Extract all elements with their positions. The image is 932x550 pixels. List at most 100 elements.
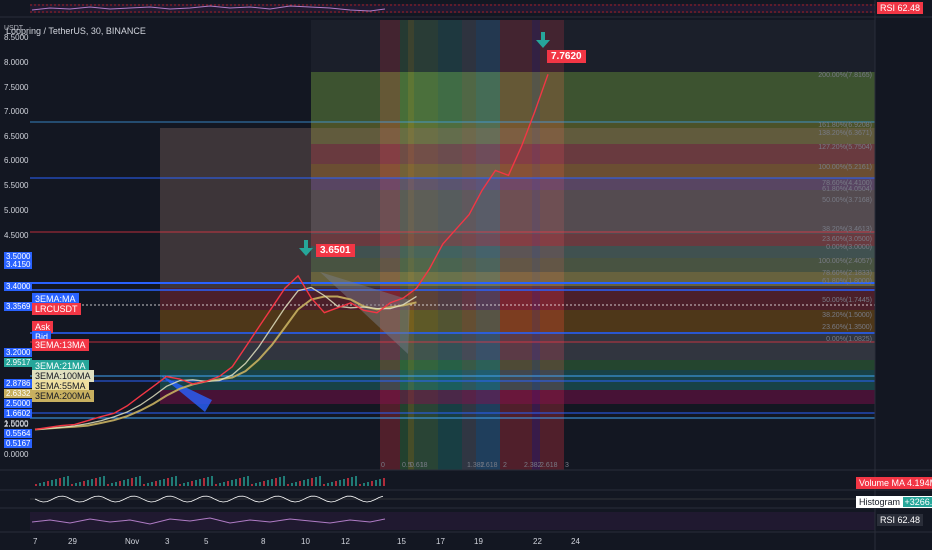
volume-bar <box>207 477 209 486</box>
volume-bar <box>183 483 185 486</box>
fib-level-label: 138.20%(6.3671) <box>818 130 872 137</box>
volume-bar <box>159 480 161 486</box>
price-tick: 1.6602 <box>4 409 33 418</box>
volume-bar <box>87 480 89 486</box>
volume-bar <box>267 480 269 486</box>
volume-bar <box>187 482 189 486</box>
indicator-label: LRCUSDT <box>32 303 81 315</box>
peak-price-callout: 7.7620 <box>547 50 586 63</box>
time-tick: Nov <box>125 537 140 546</box>
volume-bar <box>135 477 137 486</box>
price-tick: 3.2000 <box>4 348 33 357</box>
rsi-value: 62.48 <box>897 3 921 13</box>
volume-bars <box>35 476 385 486</box>
time-tick: 19 <box>474 537 483 546</box>
fib-level-label: 38.20%(3.4613) <box>822 226 872 233</box>
fib-level-label: 50.00%(3.7168) <box>822 197 872 204</box>
volume-bar <box>39 483 41 486</box>
volume-bar <box>339 480 341 486</box>
volume-bar <box>323 484 325 486</box>
volume-bar <box>327 483 329 486</box>
price-tick: 1.5000 <box>4 419 29 428</box>
time-fib-label: 2.382 <box>524 462 542 469</box>
volume-bar <box>367 482 369 486</box>
volume-bar <box>375 480 377 486</box>
fib-level-label: 23.60%(3.0500) <box>822 236 872 243</box>
time-fib-label: 0 <box>381 462 385 469</box>
volume-bar <box>107 484 109 486</box>
volume-bar <box>279 477 281 486</box>
volume-bar <box>311 478 313 486</box>
volume-bar <box>167 478 169 486</box>
time-tick: 10 <box>301 537 310 546</box>
time-tick: 5 <box>204 537 209 546</box>
time-fib-label: 1.618 <box>480 462 498 469</box>
rsi-value: 62.48 <box>897 515 921 525</box>
time-tick: 17 <box>436 537 445 546</box>
volume-bar <box>151 482 153 486</box>
time-tick: 3 <box>165 537 170 546</box>
rsi-top-badge: RSI 62.48 <box>877 2 924 14</box>
volume-bar <box>43 482 45 486</box>
volume-bar <box>63 477 65 486</box>
volume-bar <box>51 480 53 486</box>
volume-bar <box>223 482 225 486</box>
volume-bar <box>379 479 381 486</box>
volume-bar <box>67 476 69 486</box>
volume-bar <box>163 479 165 486</box>
price-tick: 0.0000 <box>4 450 29 459</box>
volume-bar <box>371 481 373 486</box>
price-tick: 3.3569 <box>4 302 33 311</box>
volume-bar <box>287 484 289 486</box>
volume-bar <box>71 484 73 486</box>
high-price-callout: 3.6501 <box>316 244 355 257</box>
volume-badge: Volume MA 4.194M <box>856 477 932 489</box>
volume-bar <box>195 480 197 486</box>
chart-canvas[interactable] <box>0 0 932 550</box>
fib-level-label: 78.60%(2.1833) <box>822 270 872 277</box>
time-tick: 8 <box>261 537 266 546</box>
volume-bar <box>295 482 297 486</box>
fib-level-label: 200.00%(7.8165) <box>818 72 872 79</box>
fib-level-label: 61.80%(1.8000) <box>822 278 872 285</box>
volume-bar <box>179 484 181 486</box>
volume-bar <box>219 483 221 486</box>
top-rsi-panel <box>30 0 875 16</box>
volume-bar <box>227 481 229 486</box>
time-fib-label: 2.618 <box>540 462 558 469</box>
volume-bar <box>275 478 277 486</box>
price-tick: 8.0000 <box>4 58 29 67</box>
volume-bar <box>79 482 81 486</box>
fib-level-label: 127.20%(5.7504) <box>818 144 872 151</box>
bottom-rsi-panel <box>30 512 875 530</box>
volume-bar <box>335 481 337 486</box>
volume-bar <box>111 483 113 486</box>
volume-bar <box>91 479 93 486</box>
time-tick: 22 <box>533 537 542 546</box>
volume-bar <box>75 483 77 486</box>
volume-bar <box>143 484 145 486</box>
volume-label: Volume MA <box>859 478 905 488</box>
price-tick: 2.5000 <box>4 399 33 408</box>
volume-bar <box>203 478 205 486</box>
price-tick: 5.5000 <box>4 181 29 190</box>
time-tick: 24 <box>571 537 580 546</box>
price-tick: 6.0000 <box>4 156 29 165</box>
rsi-bottom-badge: RSI 62.48 <box>877 514 924 526</box>
volume-bar <box>291 483 293 486</box>
macd-label: Histogram <box>859 497 901 507</box>
volume-bar <box>299 481 301 486</box>
volume-bar <box>355 476 357 486</box>
price-tick: 0.5167 <box>4 439 33 448</box>
rsi-label: RSI <box>880 515 896 525</box>
volume-bar <box>239 478 241 486</box>
fib-level-label: 0.00%(3.0000) <box>826 244 872 251</box>
volume-bar <box>59 478 61 486</box>
time-tick: 12 <box>341 537 350 546</box>
price-tick: 3.4150 <box>4 260 33 269</box>
volume-bar <box>347 478 349 486</box>
volume-bar <box>283 476 285 486</box>
volume-bar <box>259 482 261 486</box>
volume-bar <box>319 476 321 486</box>
macd-panel <box>30 495 875 503</box>
